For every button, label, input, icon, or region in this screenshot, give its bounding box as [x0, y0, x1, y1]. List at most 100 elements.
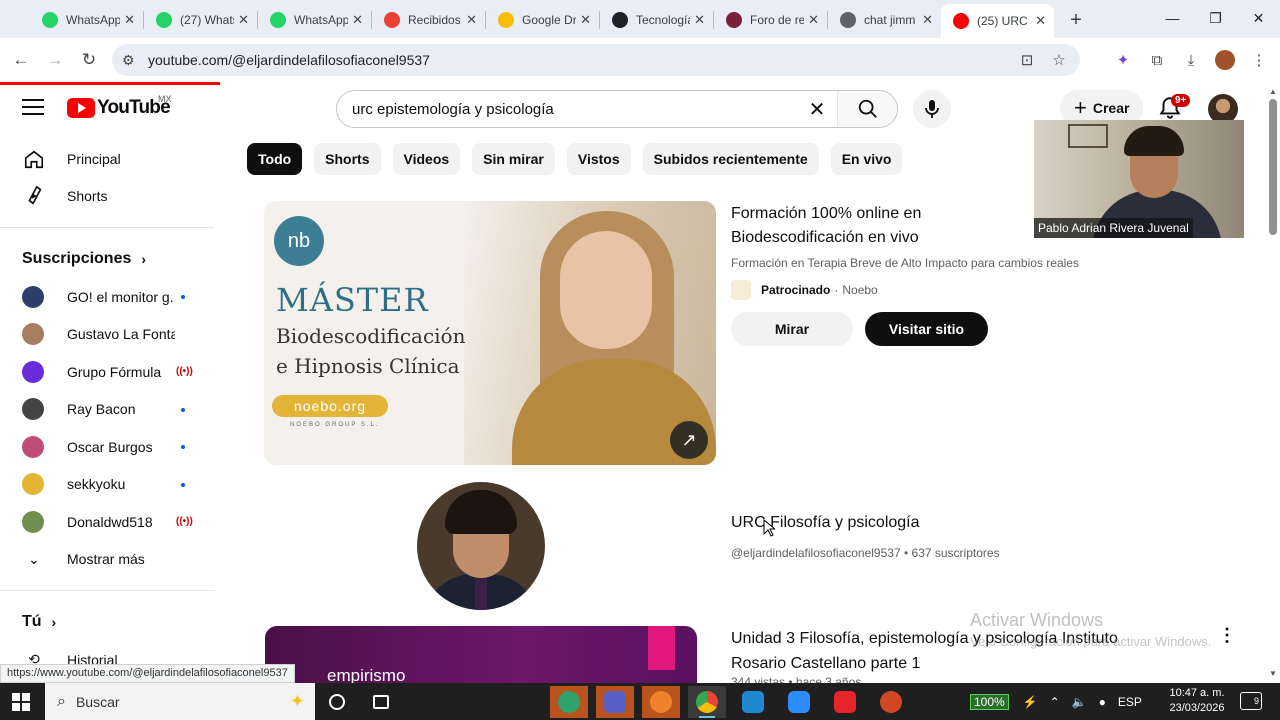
filter-chip[interactable]: Videos — [392, 143, 461, 175]
browser-tab[interactable]: (25) URC ✕ — [941, 4, 1054, 38]
you-header[interactable]: Tú › — [0, 603, 214, 641]
scroll-up-icon[interactable]: ▲ — [1269, 87, 1277, 96]
voice-search-button[interactable] — [913, 90, 951, 128]
show-more-button[interactable]: ⌄ Mostrar más — [0, 541, 214, 579]
cortana-icon[interactable] — [318, 686, 356, 718]
forward-icon[interactable]: → — [38, 43, 72, 77]
sidebar-item-shorts[interactable]: Shorts — [0, 178, 214, 216]
taskbar-app-edge-icon[interactable] — [550, 686, 588, 718]
filter-chip[interactable]: Subidos recientemente — [642, 143, 819, 175]
scrollbar-thumb[interactable] — [1269, 99, 1277, 235]
browser-tab[interactable]: Google Drive✕ — [486, 4, 599, 36]
watch-button[interactable]: Mirar — [731, 312, 853, 346]
subscriptions-header[interactable]: Suscripciones › — [0, 240, 214, 278]
subscription-item[interactable]: Ray Bacon — [0, 391, 214, 429]
channel-title[interactable]: URC Filosofía y psicología — [731, 514, 920, 532]
subscription-item[interactable]: Donaldwd518 ((•)) — [0, 503, 214, 541]
filter-chip[interactable]: Shorts — [314, 143, 381, 175]
tray-overflow-icon[interactable]: ⌃ — [1050, 695, 1060, 709]
subscription-item[interactable]: GO! el monitor g... — [0, 278, 214, 316]
subscription-item[interactable]: Gustavo La Fontaine — [0, 316, 214, 354]
plus-icon: + — [1074, 95, 1087, 120]
restore-icon[interactable]: ❐ — [1194, 0, 1237, 36]
filter-chip[interactable]: Todo — [247, 143, 303, 175]
taskbar-app-teams-icon[interactable] — [596, 686, 634, 718]
browser-tab[interactable]: (27) WhatsApp ✕ — [144, 4, 257, 36]
page-scrollbar[interactable]: ▲ ▼ — [1266, 85, 1280, 680]
search-input[interactable]: urc epistemología y psicología — [337, 101, 797, 118]
search-button[interactable] — [837, 91, 897, 127]
mic-icon[interactable]: ● — [1099, 695, 1106, 709]
ad-thumbnail[interactable]: nb MÁSTER Biodescodificación e Hipnosis … — [264, 201, 716, 465]
site-info-icon[interactable]: ⚙ — [122, 52, 144, 69]
reload-icon[interactable]: ↻ — [72, 43, 106, 77]
close-tab-icon[interactable]: ✕ — [124, 12, 135, 28]
taskbar-app-acrobat-icon[interactable] — [826, 686, 864, 718]
taskbar-app-vscode-icon[interactable] — [734, 686, 772, 718]
subscription-name: GO! el monitor g... — [67, 288, 175, 305]
taskbar-app-powerpoint-icon[interactable] — [872, 686, 910, 718]
back-icon[interactable]: ← — [4, 43, 38, 77]
taskbar-app-chrome-icon[interactable] — [688, 686, 726, 718]
battery-indicator[interactable]: 100% — [970, 693, 1009, 710]
bookmark-star-icon[interactable]: ☆ — [1046, 47, 1072, 73]
volume-icon[interactable]: 🔈 — [1072, 695, 1087, 709]
profile-avatar[interactable] — [1210, 43, 1240, 77]
subscription-item[interactable]: Oscar Burgos — [0, 428, 214, 466]
visit-site-button[interactable]: Visitar sitio — [865, 312, 988, 346]
input-language[interactable]: ESP — [1118, 695, 1142, 709]
sidebar-item-principal[interactable]: Principal — [0, 140, 214, 178]
menu-icon[interactable] — [22, 99, 44, 120]
close-tab-icon[interactable]: ✕ — [352, 12, 363, 28]
search-box[interactable]: urc epistemología y psicología ✕ — [336, 90, 898, 128]
browser-tab[interactable]: WhatsApp ✕ — [258, 4, 371, 36]
windows-start-icon[interactable] — [12, 693, 30, 711]
taskbar-clock[interactable]: 10:47 a. m. 23/03/2026 — [1166, 686, 1228, 716]
external-link-icon[interactable]: ↗ — [670, 421, 708, 459]
new-tab-button[interactable]: + — [1062, 6, 1090, 34]
minimize-icon[interactable]: — — [1151, 0, 1194, 36]
close-tab-icon[interactable]: ✕ — [580, 12, 591, 28]
taskbar-app-zoom-icon[interactable] — [780, 686, 818, 718]
browser-tab[interactable]: WhatsApp ✕ — [30, 4, 143, 36]
address-url[interactable]: youtube.com/@eljardindelafilosofiaconel9… — [148, 52, 430, 68]
browser-tab[interactable]: chat jimm ✕ — [828, 4, 941, 36]
youtube-logo[interactable]: YouTube — [67, 97, 171, 119]
filter-chip[interactable]: En vivo — [830, 143, 903, 175]
scroll-down-icon[interactable]: ▼ — [1269, 669, 1277, 678]
close-tab-icon[interactable]: ✕ — [808, 12, 819, 28]
close-tab-icon[interactable]: ✕ — [922, 12, 933, 28]
filter-chip[interactable]: Vistos — [566, 143, 631, 175]
browser-tab[interactable]: Foro de re ✕ — [714, 4, 827, 36]
extensions-puzzle-icon[interactable]: ⧉ — [1142, 43, 1172, 77]
close-tab-icon[interactable]: ✕ — [694, 12, 705, 28]
task-view-icon[interactable] — [362, 686, 400, 718]
video-thumbnail[interactable]: empirismo — [265, 626, 697, 684]
clear-search-icon[interactable]: ✕ — [797, 97, 837, 122]
create-label: Crear — [1092, 100, 1130, 116]
link-status-bubble: https://www.youtube.com/@eljardindelafil… — [0, 664, 295, 683]
subscription-item[interactable]: sekkyoku — [0, 466, 214, 504]
more-actions-icon[interactable]: ⋮ — [1218, 625, 1236, 646]
close-tab-icon[interactable]: ✕ — [1035, 13, 1046, 29]
channel-avatar-small — [22, 285, 44, 308]
close-tab-icon[interactable]: ✕ — [466, 12, 477, 28]
ad-title[interactable]: Formación 100% online en Biodescodificac… — [731, 202, 1041, 250]
address-bar[interactable]: ⚙ youtube.com/@eljardindelafilosofiacone… — [112, 44, 1080, 76]
browser-menu-icon[interactable]: ⋮ — [1244, 43, 1274, 77]
taskbar-app-orange-icon[interactable] — [642, 686, 680, 718]
install-app-icon[interactable]: ⊡ — [1014, 47, 1040, 73]
close-tab-icon[interactable]: ✕ — [238, 12, 249, 28]
subscription-item[interactable]: Grupo Fórmula ((•)) — [0, 353, 214, 391]
filter-chip[interactable]: Sin mirar — [472, 143, 555, 175]
microphone-icon — [925, 100, 939, 118]
close-window-icon[interactable]: ✕ — [1237, 0, 1280, 36]
extension-icon[interactable]: ✦ — [1108, 43, 1138, 77]
browser-tab[interactable]: Recibidos ✕ — [372, 4, 485, 36]
channel-avatar[interactable] — [417, 482, 545, 610]
browser-tab[interactable]: Tecnología ✕ — [600, 4, 713, 36]
taskbar-search[interactable]: ⌕ Buscar ✦ — [45, 683, 315, 720]
notification-center-icon[interactable]: 9 — [1240, 692, 1262, 710]
browser-tabstrip: WhatsApp✕(27) WhatsApp✕WhatsApp✕Recibido… — [0, 0, 1280, 38]
downloads-icon[interactable]: ⤓ — [1176, 43, 1206, 77]
